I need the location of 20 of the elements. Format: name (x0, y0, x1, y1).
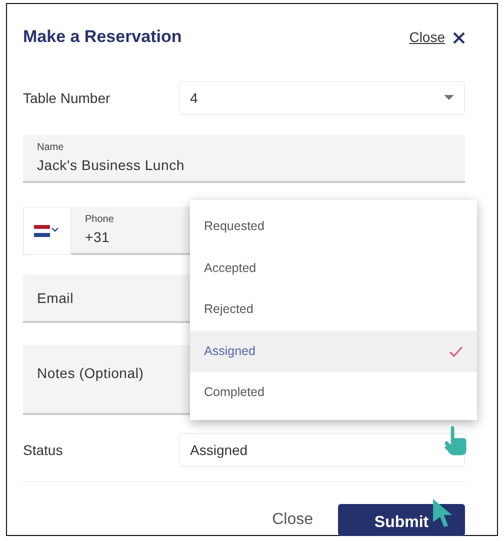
close-button[interactable]: Close (271, 507, 314, 533)
select-field[interactable]: Assigned (179, 433, 465, 467)
flag-icon (34, 225, 60, 237)
country-picker[interactable] (23, 207, 71, 255)
input-field[interactable]: Name Jack's Business Lunch (23, 135, 465, 183)
select-field[interactable]: 4 (179, 81, 465, 115)
dialog-title: Make a Reservation (23, 27, 182, 48)
pointer-cursor-icon (432, 498, 454, 528)
menu-item[interactable]: Completed (190, 372, 477, 414)
menu-item[interactable]: Accepted (190, 248, 477, 289)
menu-item[interactable]: Rejected (190, 289, 477, 330)
field-label: Status (23, 440, 64, 460)
field-label: Table Number (23, 88, 112, 108)
hand-cursor-icon (444, 426, 468, 457)
submit-button[interactable]: Submit (338, 504, 465, 536)
menu-item[interactable]: Requested (190, 206, 477, 248)
menu-item[interactable]: Assigned (190, 330, 477, 372)
close-icon[interactable] (453, 32, 465, 44)
close-link[interactable]: Close (409, 27, 445, 48)
check-icon (449, 346, 463, 357)
